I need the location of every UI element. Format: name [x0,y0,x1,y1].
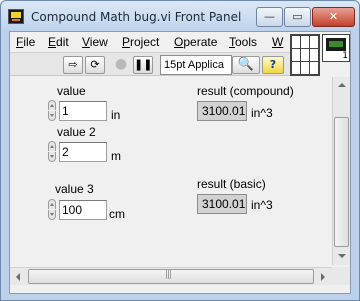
abort-button[interactable]: ● [111,56,131,74]
menu-file[interactable]: File [16,35,35,49]
result-basic-unit: in^3 [251,198,273,212]
close-button[interactable]: ✕ [312,7,355,27]
horizontal-scroll-thumb[interactable] [28,269,314,284]
connector-terminal [309,48,319,62]
value-label: value [57,84,86,98]
menu-window[interactable]: W [272,35,283,49]
run-arrow-icon: ⇨ [68,58,78,71]
run-button[interactable]: ⇨ [63,56,83,74]
minimize-button[interactable]: — [256,7,283,27]
menu-operate[interactable]: Operate [174,35,217,49]
value-2-label: value 2 [57,125,96,139]
vi-front-panel-window: Compound Math bug.vi Front Panel — ▭ ✕ F… [0,0,360,301]
labview-vi-icon [8,9,24,24]
menu-project[interactable]: Project [122,35,159,49]
scroll-up-arrow-icon[interactable] [333,77,350,94]
connector-terminal [309,61,319,75]
value-3-control[interactable]: 100 [47,199,109,221]
vi-icon-screen [326,38,346,51]
value-control[interactable]: 1 [47,100,109,122]
value-2-increment-decrement[interactable] [47,141,57,163]
decrement-arrow-icon[interactable] [48,210,56,220]
value-3-increment-decrement[interactable] [47,199,57,221]
front-panel: value 1 in value 2 2 m value 3 100 cm re… [10,77,330,265]
scroll-down-arrow-icon[interactable] [333,248,350,265]
pause-icon: ❚❚ [134,58,153,71]
scroll-right-arrow-icon[interactable] [315,268,332,285]
value-2-control[interactable]: 2 [47,141,109,163]
maximize-button[interactable]: ▭ [284,7,311,27]
decrement-arrow-icon[interactable] [48,111,56,121]
value-unit: in [111,108,121,122]
result-compound-unit: in^3 [251,106,273,120]
result-compound-indicator: 3100.01 [197,101,247,121]
value-2-unit: m [111,149,121,163]
client-area: File Edit View Project Operate Tools W ⇨… [9,31,351,294]
result-basic-label: result (basic) [197,177,266,191]
scroll-left-arrow-icon[interactable] [10,268,27,285]
abort-icon: ● [114,56,128,72]
search-button[interactable]: 🔍 [232,56,260,74]
value-3-input[interactable]: 100 [59,200,107,220]
resize-grip[interactable] [332,267,350,285]
pause-button[interactable]: ❚❚ [133,56,153,74]
value-2-input[interactable]: 2 [59,142,107,162]
search-icon: 🔍 [237,57,255,72]
result-basic-indicator: 3100.01 [197,194,247,214]
value-3-unit: cm [109,207,125,221]
menu-edit[interactable]: Edit [48,35,69,49]
value-input[interactable]: 1 [59,101,107,121]
text-settings-dropdown[interactable]: 15pt Applica [160,55,232,75]
vertical-scrollbar[interactable] [332,77,350,265]
run-continuously-button[interactable]: ⟳ [85,56,105,74]
context-help-button[interactable]: ? [262,56,284,74]
value-increment-decrement[interactable] [47,100,57,122]
horizontal-scrollbar[interactable] [10,267,332,285]
help-icon: ? [269,58,277,71]
increment-arrow-icon[interactable] [48,199,56,209]
decrement-arrow-icon[interactable] [48,152,56,162]
title-bar[interactable]: Compound Math bug.vi Front Panel — ▭ ✕ [1,1,359,31]
result-compound-label: result (compound) [197,84,294,98]
toolbar: ⇨ ⟳ ● ❚❚ 15pt Applica 🔍 ? [10,52,315,76]
increment-arrow-icon[interactable] [48,141,56,151]
vi-icon-number: 1 [342,51,348,61]
vertical-scroll-thumb[interactable] [334,117,349,247]
value-3-label: value 3 [55,182,94,196]
window-title: Compound Math bug.vi Front Panel [31,10,242,24]
connector-pane-icon[interactable] [290,34,320,76]
menu-view[interactable]: View [82,35,108,49]
run-continuously-icon: ⟳ [90,58,100,71]
menu-tools[interactable]: Tools [229,35,257,49]
vi-icon[interactable]: 1 [322,34,350,62]
increment-arrow-icon[interactable] [48,100,56,110]
connector-terminal [309,35,319,49]
